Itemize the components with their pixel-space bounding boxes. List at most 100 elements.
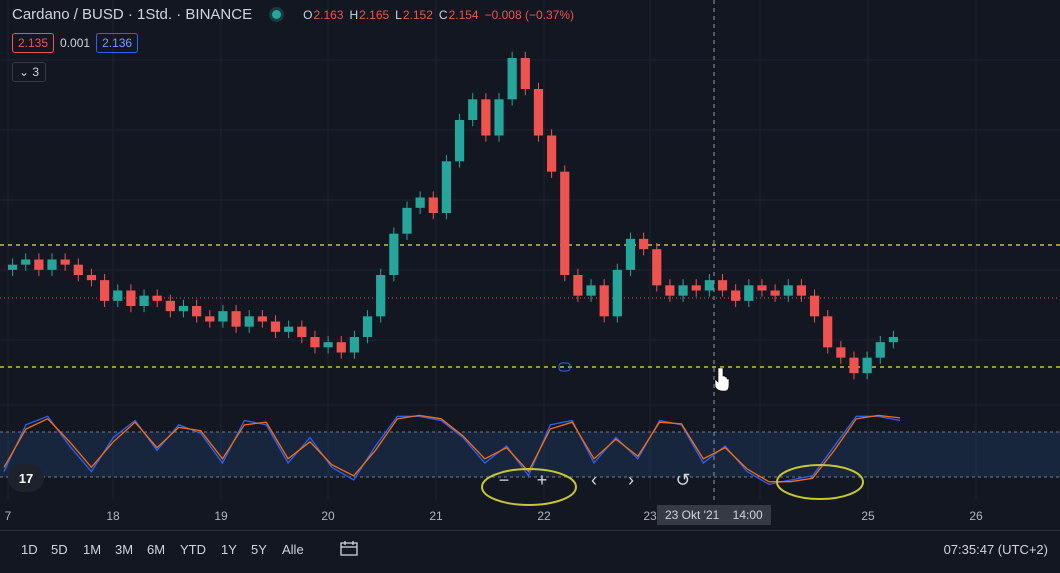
candle-body <box>165 300 175 312</box>
candle-body <box>323 342 333 348</box>
x-tick: 20 <box>321 509 335 523</box>
candle-body <box>139 295 149 306</box>
candle-body <box>757 285 767 291</box>
candle-body <box>639 238 649 250</box>
x-tick: 26 <box>969 509 983 523</box>
reset-chart-button[interactable]: ↺ <box>671 467 695 493</box>
range-1d[interactable]: 1D <box>21 542 38 557</box>
symbol-title[interactable]: Cardano / BUSD · 1Std. · BINANCE <box>12 6 252 23</box>
candle-body <box>652 249 662 286</box>
chevron-right-icon: › <box>628 469 634 490</box>
candle-body <box>428 197 438 213</box>
candle-body <box>362 316 373 337</box>
candle-body <box>21 259 31 265</box>
buy-price-button[interactable]: 2.136 <box>96 33 139 53</box>
indicator-count: 3 <box>32 65 40 79</box>
candle-body <box>507 58 517 100</box>
open-label: O <box>303 7 313 22</box>
candle-body <box>60 259 70 265</box>
range-1m[interactable]: 1M <box>83 542 101 557</box>
range-1y[interactable]: 1Y <box>221 542 237 557</box>
candle-body <box>349 337 359 353</box>
candle-body <box>376 275 386 317</box>
candle-body <box>533 89 544 136</box>
candle-body <box>113 290 123 301</box>
chevron-down-icon: ⌄ <box>19 65 30 79</box>
candle-body <box>257 316 267 322</box>
x-tick: 22 <box>537 509 551 523</box>
change-value: −0.008 (−0.37%) <box>484 7 574 22</box>
candle-body <box>270 321 281 332</box>
crosshair-time-label: 23 Okt '21 14:00 <box>657 505 771 525</box>
candle-body <box>73 264 83 275</box>
close-value: 2.154 <box>448 7 479 22</box>
candle-body <box>744 285 754 301</box>
high-label: H <box>349 7 359 22</box>
price-chart[interactable] <box>0 0 1060 530</box>
x-tick: 18 <box>106 509 120 523</box>
candle-body <box>691 285 701 291</box>
timezone-clock[interactable]: 07:35:47 (UTC+2) <box>944 542 1048 557</box>
candle-body <box>231 311 241 327</box>
candle-body <box>468 99 478 120</box>
candle-body <box>441 161 452 213</box>
candle-body <box>836 347 846 358</box>
close-label: C <box>438 7 448 22</box>
candle-body <box>796 285 806 296</box>
x-tick: 25 <box>861 509 875 523</box>
reset-icon: ↺ <box>675 469 691 490</box>
minus-icon: − <box>498 469 510 490</box>
x-tick: 23 <box>643 509 657 523</box>
low-label: L <box>395 7 402 22</box>
chevron-left-icon: ‹ <box>591 469 597 490</box>
x-tick: 21 <box>429 509 443 523</box>
scroll-right-button[interactable]: › <box>619 467 643 493</box>
range-5y[interactable]: 5Y <box>251 542 267 557</box>
candle-body <box>284 326 294 332</box>
candle-body <box>665 285 675 296</box>
candle-body <box>586 285 596 296</box>
candle-body <box>520 58 530 89</box>
candle-body <box>47 259 57 270</box>
candle-body <box>704 280 714 291</box>
range-3m[interactable]: 3M <box>115 542 133 557</box>
ohlc-values: O2.163 H2.165 L2.152 C2.154 −0.008 (−0.3… <box>303 8 574 22</box>
hand-cursor-icon <box>714 367 730 392</box>
zoom-in-button[interactable]: + <box>530 467 554 493</box>
indicators-collapse-button[interactable]: ⌄ 3 <box>12 62 47 82</box>
candle-body <box>7 264 18 270</box>
horizontal-grid <box>0 59 1060 406</box>
candle-body <box>481 99 491 136</box>
tradingview-logo[interactable]: 17 <box>8 464 44 492</box>
market-status-icon <box>272 10 282 19</box>
candle-body <box>560 171 570 275</box>
candle-body <box>783 285 793 296</box>
range-6m[interactable]: 6M <box>147 542 165 557</box>
low-value: 2.152 <box>402 7 433 22</box>
scroll-left-button[interactable]: ‹ <box>582 467 606 493</box>
candle-body <box>599 285 609 317</box>
candle-body <box>809 295 820 317</box>
candle-body <box>244 316 254 327</box>
sell-price-button[interactable]: 2.135 <box>12 33 55 53</box>
candle-body <box>178 306 189 312</box>
candle-body <box>402 207 412 234</box>
range-5d[interactable]: 5D <box>51 542 68 557</box>
candle-body <box>888 337 899 343</box>
range-all[interactable]: Alle <box>282 542 304 557</box>
range-ytd[interactable]: YTD <box>180 542 206 557</box>
candle-body <box>389 233 399 275</box>
candle-body <box>205 316 215 322</box>
candle-body <box>573 275 583 296</box>
candle-body <box>678 285 688 296</box>
candle-body <box>494 99 504 136</box>
candle-body <box>862 357 872 374</box>
candlestick-series <box>7 51 899 380</box>
date-range-icon[interactable] <box>340 540 358 556</box>
candle-body <box>770 290 780 296</box>
candle-body <box>126 290 136 306</box>
candle-body <box>34 259 44 270</box>
candle-body <box>218 311 228 322</box>
open-value: 2.163 <box>313 7 344 22</box>
zoom-out-button[interactable]: − <box>492 467 516 493</box>
